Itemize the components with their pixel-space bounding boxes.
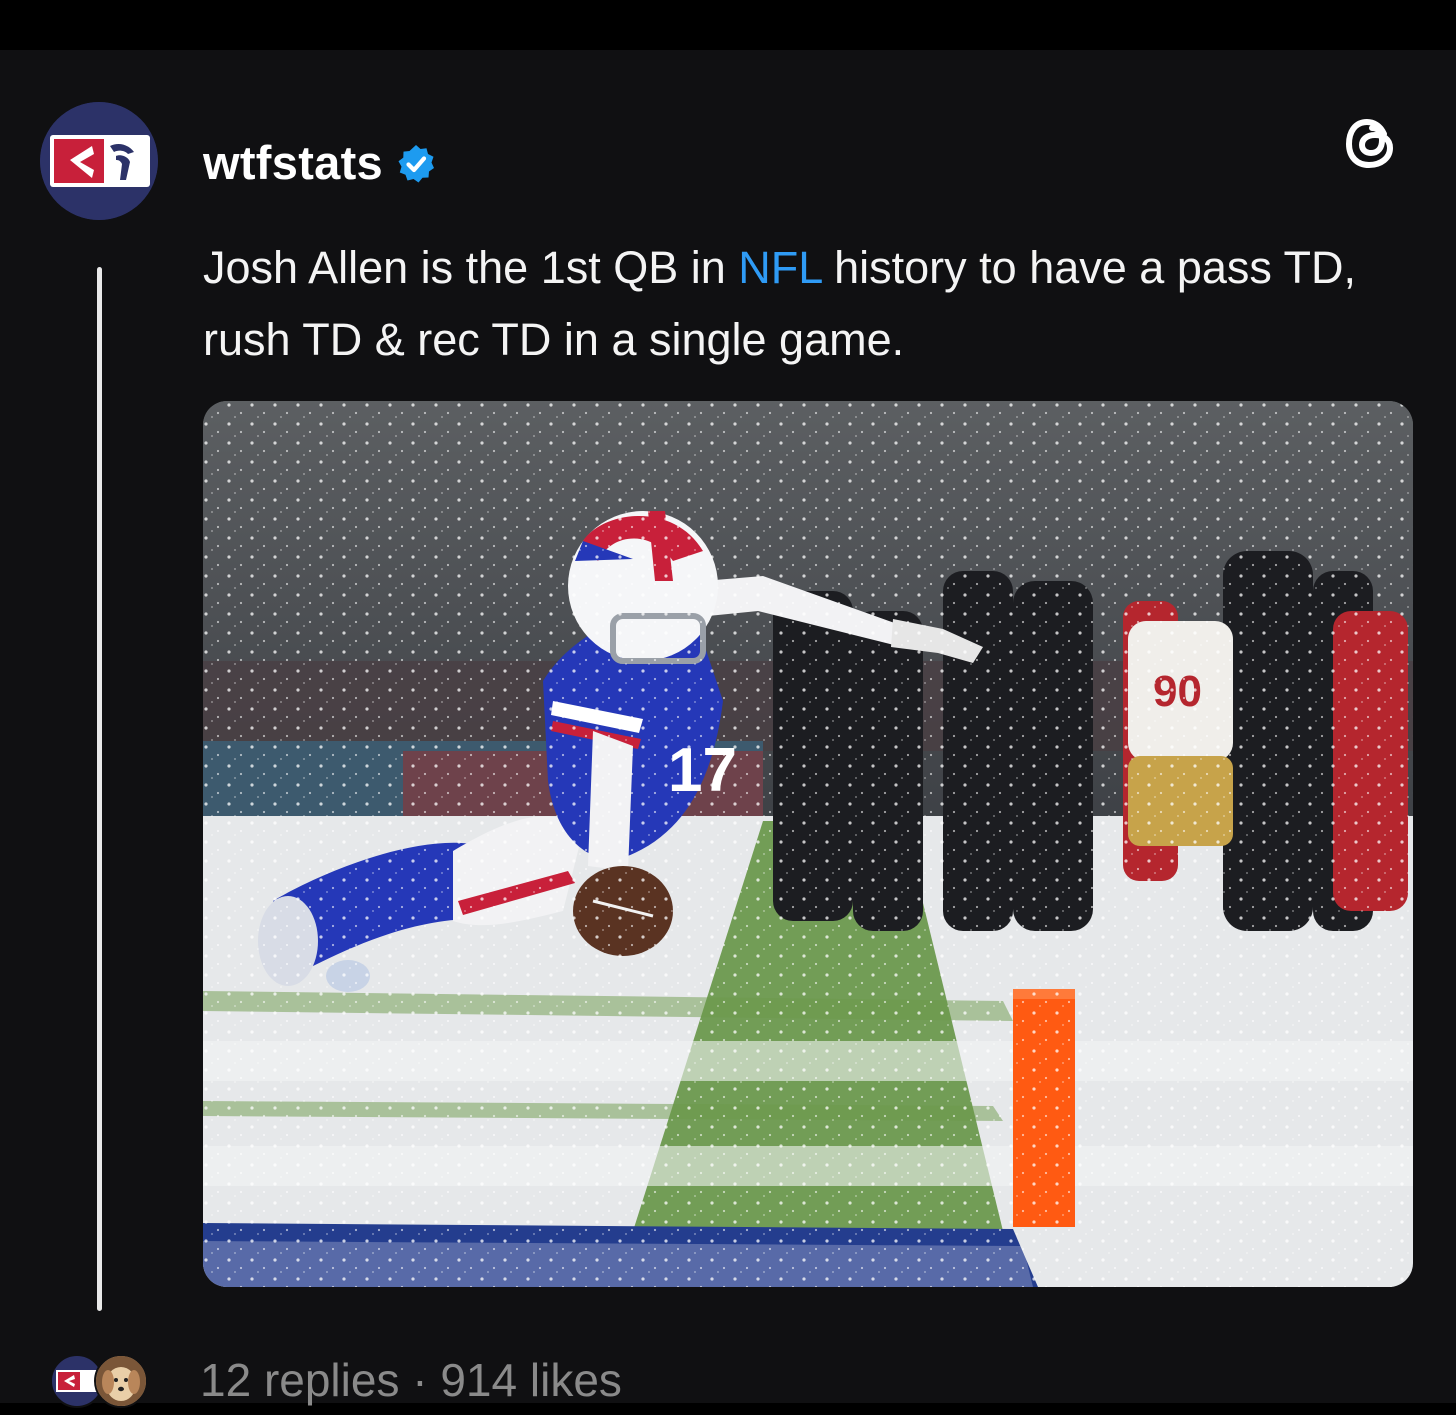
replier-avatar[interactable] [94,1354,148,1408]
post-image[interactable]: 90 17 [203,401,1413,1287]
verified-badge-icon [395,141,437,183]
josh-allen-touchdown-dive-photo: 90 17 [203,401,1413,1287]
likes-count[interactable]: 914 likes [440,1354,622,1406]
username-label[interactable]: wtfstats [203,135,383,190]
threads-logo-icon[interactable] [1336,108,1406,178]
dog-avatar-icon [96,1356,146,1406]
replies-count[interactable]: 12 replies [200,1354,399,1406]
engagement-stats: 12 replies · 914 likes [200,1353,622,1407]
wtfstats-logo-icon [40,102,158,220]
nfl-link[interactable]: NFL [738,242,821,293]
separator: · [399,1354,441,1406]
post-text: Josh Allen is the 1st QB in NFL history … [203,232,1363,376]
threads-post-card[interactable]: wtfstats Josh Allen is the 1st QB in NFL… [0,50,1456,1408]
replier-avatars[interactable] [50,1352,160,1408]
profile-avatar[interactable] [40,102,158,220]
post-text-part: Josh Allen is the 1st QB in [203,242,739,293]
post-footer: 12 replies · 914 likes [50,1345,622,1415]
post-author[interactable]: wtfstats [203,135,437,190]
thread-connector-line [97,267,102,1311]
